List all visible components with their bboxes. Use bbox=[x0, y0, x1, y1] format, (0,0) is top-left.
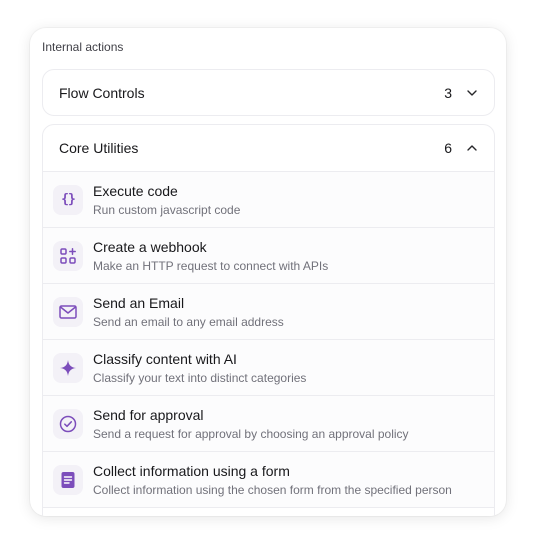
group-flow-controls: Flow Controls 3 bbox=[42, 69, 495, 116]
action-item-execute-code[interactable]: {} Execute code Run custom javascript co… bbox=[43, 172, 494, 228]
section-label: Internal actions bbox=[42, 40, 124, 54]
action-list: {} Execute code Run custom javascript co… bbox=[43, 171, 494, 508]
code-braces-icon: {} bbox=[53, 184, 83, 215]
action-description: Classify your text into distinct categor… bbox=[93, 370, 307, 385]
sparkle-icon bbox=[53, 352, 83, 383]
action-item-collect-form[interactable]: Collect information using a form Collect… bbox=[43, 452, 494, 508]
action-title: Send an Email bbox=[93, 294, 185, 311]
group-header-core-utilities[interactable]: Core Utilities 6 bbox=[43, 125, 494, 171]
action-description: Run custom javascript code bbox=[93, 202, 241, 217]
group-count-badge: 6 bbox=[444, 140, 452, 156]
group-title: Core Utilities bbox=[59, 140, 139, 156]
action-title: Execute code bbox=[93, 182, 178, 199]
action-description: Collect information using the chosen for… bbox=[93, 482, 452, 497]
action-item-send-email[interactable]: Send an Email Send an email to any email… bbox=[43, 284, 494, 340]
webhook-icon bbox=[53, 240, 83, 271]
group-count-badge: 3 bbox=[444, 85, 452, 101]
action-title: Send for approval bbox=[93, 406, 204, 423]
action-description: Send an email to any email address bbox=[93, 314, 284, 329]
internal-actions-panel: Internal actions Flow Controls 3 Core Ut… bbox=[30, 28, 506, 516]
action-item-classify-ai[interactable]: Classify content with AI Classify your t… bbox=[43, 340, 494, 396]
action-title: Collect information using a form bbox=[93, 462, 290, 479]
check-circle-icon bbox=[53, 408, 83, 439]
action-item-create-webhook[interactable]: Create a webhook Make an HTTP request to… bbox=[43, 228, 494, 284]
action-description: Make an HTTP request to connect with API… bbox=[93, 258, 329, 273]
mail-icon bbox=[53, 296, 83, 327]
action-item-send-approval[interactable]: Send for approval Send a request for app… bbox=[43, 396, 494, 452]
action-title: Classify content with AI bbox=[93, 350, 237, 367]
chevron-up-icon[interactable] bbox=[466, 142, 478, 154]
action-description: Send a request for approval by choosing … bbox=[93, 426, 409, 441]
group-header-flow-controls[interactable]: Flow Controls 3 bbox=[43, 70, 494, 116]
group-core-utilities: Core Utilities 6 {} Execute code Run cus… bbox=[42, 124, 495, 516]
group-title: Flow Controls bbox=[59, 85, 145, 101]
chevron-down-icon[interactable] bbox=[466, 87, 478, 99]
action-title: Create a webhook bbox=[93, 238, 207, 255]
form-icon bbox=[53, 464, 83, 495]
